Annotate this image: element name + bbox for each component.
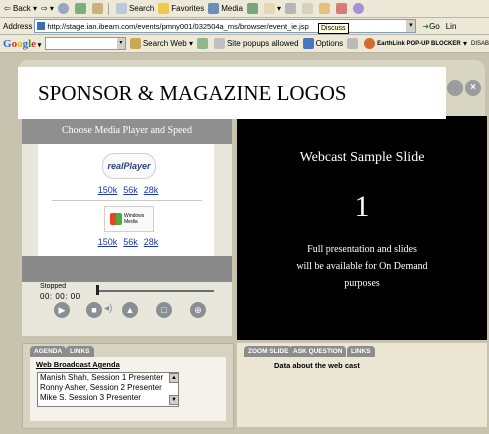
forward-button[interactable]: ⇨ ▾ bbox=[41, 4, 54, 13]
volume-icon[interactable]: ◂) bbox=[104, 303, 112, 314]
divider bbox=[52, 200, 202, 201]
google-logo[interactable]: Google ▾ bbox=[3, 38, 41, 50]
pencil-icon[interactable] bbox=[347, 38, 360, 49]
slide-number: 1 bbox=[354, 190, 370, 223]
sponsor-banner: SPONSOR & MAGAZINE LOGOS bbox=[18, 67, 446, 119]
google-dropdown-icon[interactable]: ▾ bbox=[116, 38, 125, 49]
agenda-item[interactable]: Mike S. Session 3 Presenter bbox=[38, 393, 178, 403]
discuss-icon[interactable] bbox=[319, 3, 332, 14]
earthlink-button[interactable]: EarthLink POP-UP BLOCKER ▾ bbox=[364, 38, 467, 49]
minimize-icon[interactable] bbox=[447, 80, 463, 96]
ie-standard-toolbar: ⇦ Back ▾ ⇨ ▾ Search Favorites Media ▾ bbox=[0, 0, 489, 18]
address-dropdown-icon[interactable]: ▾ bbox=[406, 20, 416, 32]
address-url: http://stage.ian.ibeam.com/events/pmny00… bbox=[47, 21, 309, 31]
windows-media-logo[interactable]: Windows Media bbox=[104, 206, 154, 232]
wmp-150k-link[interactable]: 150k bbox=[98, 237, 118, 247]
volume-up-icon[interactable]: ▲ bbox=[122, 302, 138, 318]
choose-player-heading: Choose Media Player and Speed bbox=[22, 116, 232, 144]
real-56k-link[interactable]: 56k bbox=[123, 185, 138, 195]
options-button[interactable]: Options bbox=[302, 38, 343, 49]
address-input[interactable]: http://stage.ian.ibeam.com/events/pmny00… bbox=[34, 19, 417, 33]
options-icon bbox=[302, 38, 314, 49]
realplayer-speeds: 150k 56k 28k bbox=[82, 185, 174, 195]
wmp-28k-link[interactable]: 28k bbox=[144, 237, 159, 247]
tab-agenda[interactable]: AGENDA bbox=[30, 346, 67, 357]
msn-icon[interactable] bbox=[353, 3, 366, 14]
google-search-input[interactable]: ▾ bbox=[45, 37, 126, 50]
player-time: 00: 00: 00 bbox=[40, 292, 81, 301]
edit-icon[interactable] bbox=[302, 3, 315, 14]
zoom-icon[interactable]: ⊕ bbox=[190, 302, 206, 318]
search-web-button[interactable]: Search Web ▾ bbox=[129, 38, 193, 49]
windows-flag-icon bbox=[110, 213, 122, 225]
seek-bar[interactable] bbox=[96, 290, 214, 292]
agenda-scroll-up-icon[interactable]: ▲ bbox=[169, 373, 179, 383]
pagerank-icon bbox=[196, 38, 210, 49]
slide-stage: Webcast Sample Slide 1 Full presentation… bbox=[237, 116, 487, 340]
home-icon[interactable] bbox=[91, 3, 105, 14]
google-toolbar: Google ▾ ▾ Search Web ▾ Site popups allo… bbox=[0, 35, 489, 53]
player-status: Stopped bbox=[40, 283, 67, 290]
agenda-scroll-down-icon[interactable]: ▼ bbox=[169, 395, 179, 405]
agenda-item[interactable]: Ronny Asher, Session 2 Presenter bbox=[38, 383, 178, 393]
favorites-button[interactable]: Favorites bbox=[158, 3, 204, 14]
slide-line-1: Full presentation and slides bbox=[307, 244, 417, 255]
fullscreen-icon[interactable]: □ bbox=[156, 302, 172, 318]
close-icon[interactable]: × bbox=[465, 80, 481, 96]
wmp-56k-link[interactable]: 56k bbox=[123, 237, 138, 247]
page-icon bbox=[37, 22, 46, 30]
stop-button-icon[interactable]: ■ bbox=[86, 302, 102, 318]
slide-line-3: purposes bbox=[344, 278, 380, 289]
seek-handle[interactable] bbox=[96, 285, 99, 295]
earthlink-icon bbox=[364, 38, 376, 49]
tab-right-links[interactable]: LINKS bbox=[347, 346, 375, 357]
print-icon[interactable] bbox=[285, 3, 298, 14]
back-arrow-icon: ⇦ bbox=[4, 4, 11, 13]
slide-title: Webcast Sample Slide bbox=[299, 150, 425, 165]
tab-zoom-slide[interactable]: ZOOM SLIDE bbox=[244, 346, 293, 357]
media-button[interactable]: Media bbox=[208, 3, 243, 14]
history-icon[interactable] bbox=[247, 3, 260, 14]
search-icon bbox=[115, 3, 127, 14]
wmp-speeds: 150k 56k 28k bbox=[82, 237, 174, 247]
links-button[interactable]: Lin bbox=[446, 22, 457, 31]
address-bar: Address http://stage.ian.ibeam.com/event… bbox=[0, 18, 489, 35]
agenda-list[interactable]: Manish Shah, Session 1 Presenter Ronny A… bbox=[37, 372, 179, 407]
back-button[interactable]: ⇦ Back ▾ bbox=[4, 4, 37, 13]
real-150k-link[interactable]: 150k bbox=[98, 185, 118, 195]
go-button[interactable]: ➜Go bbox=[422, 22, 439, 31]
discuss-tooltip: Discuss bbox=[318, 23, 349, 34]
popup-status[interactable]: Site popups allowed bbox=[213, 38, 299, 49]
refresh-icon[interactable] bbox=[74, 3, 88, 14]
banner-title: SPONSOR & MAGAZINE LOGOS bbox=[38, 80, 347, 105]
mail-icon[interactable]: ▾ bbox=[264, 3, 281, 14]
info-text: Data about the web cast bbox=[274, 361, 360, 370]
play-icon[interactable]: ▶ bbox=[54, 302, 70, 318]
disable-button[interactable]: DISAB bbox=[471, 41, 489, 47]
search-button[interactable]: Search bbox=[115, 3, 154, 14]
address-label: Address bbox=[3, 21, 33, 31]
realplayer-logo[interactable]: realPlayer bbox=[102, 153, 156, 179]
binoculars-icon bbox=[129, 38, 141, 49]
tab-ask-question[interactable]: ASK QUESTION bbox=[289, 346, 347, 357]
agenda-heading: Web Broadcast Agenda bbox=[36, 360, 120, 369]
slide-line-2: will be available for On Demand bbox=[296, 261, 428, 272]
messenger-icon[interactable] bbox=[336, 3, 349, 14]
real-28k-link[interactable]: 28k bbox=[144, 185, 159, 195]
popup-icon bbox=[213, 38, 225, 49]
agenda-item[interactable]: Manish Shah, Session 1 Presenter bbox=[38, 373, 178, 383]
stop-icon[interactable] bbox=[57, 3, 71, 14]
tab-links[interactable]: LINKS bbox=[66, 346, 94, 357]
player-video-strip bbox=[22, 256, 232, 282]
favorites-icon bbox=[158, 3, 170, 14]
media-icon bbox=[208, 3, 220, 14]
